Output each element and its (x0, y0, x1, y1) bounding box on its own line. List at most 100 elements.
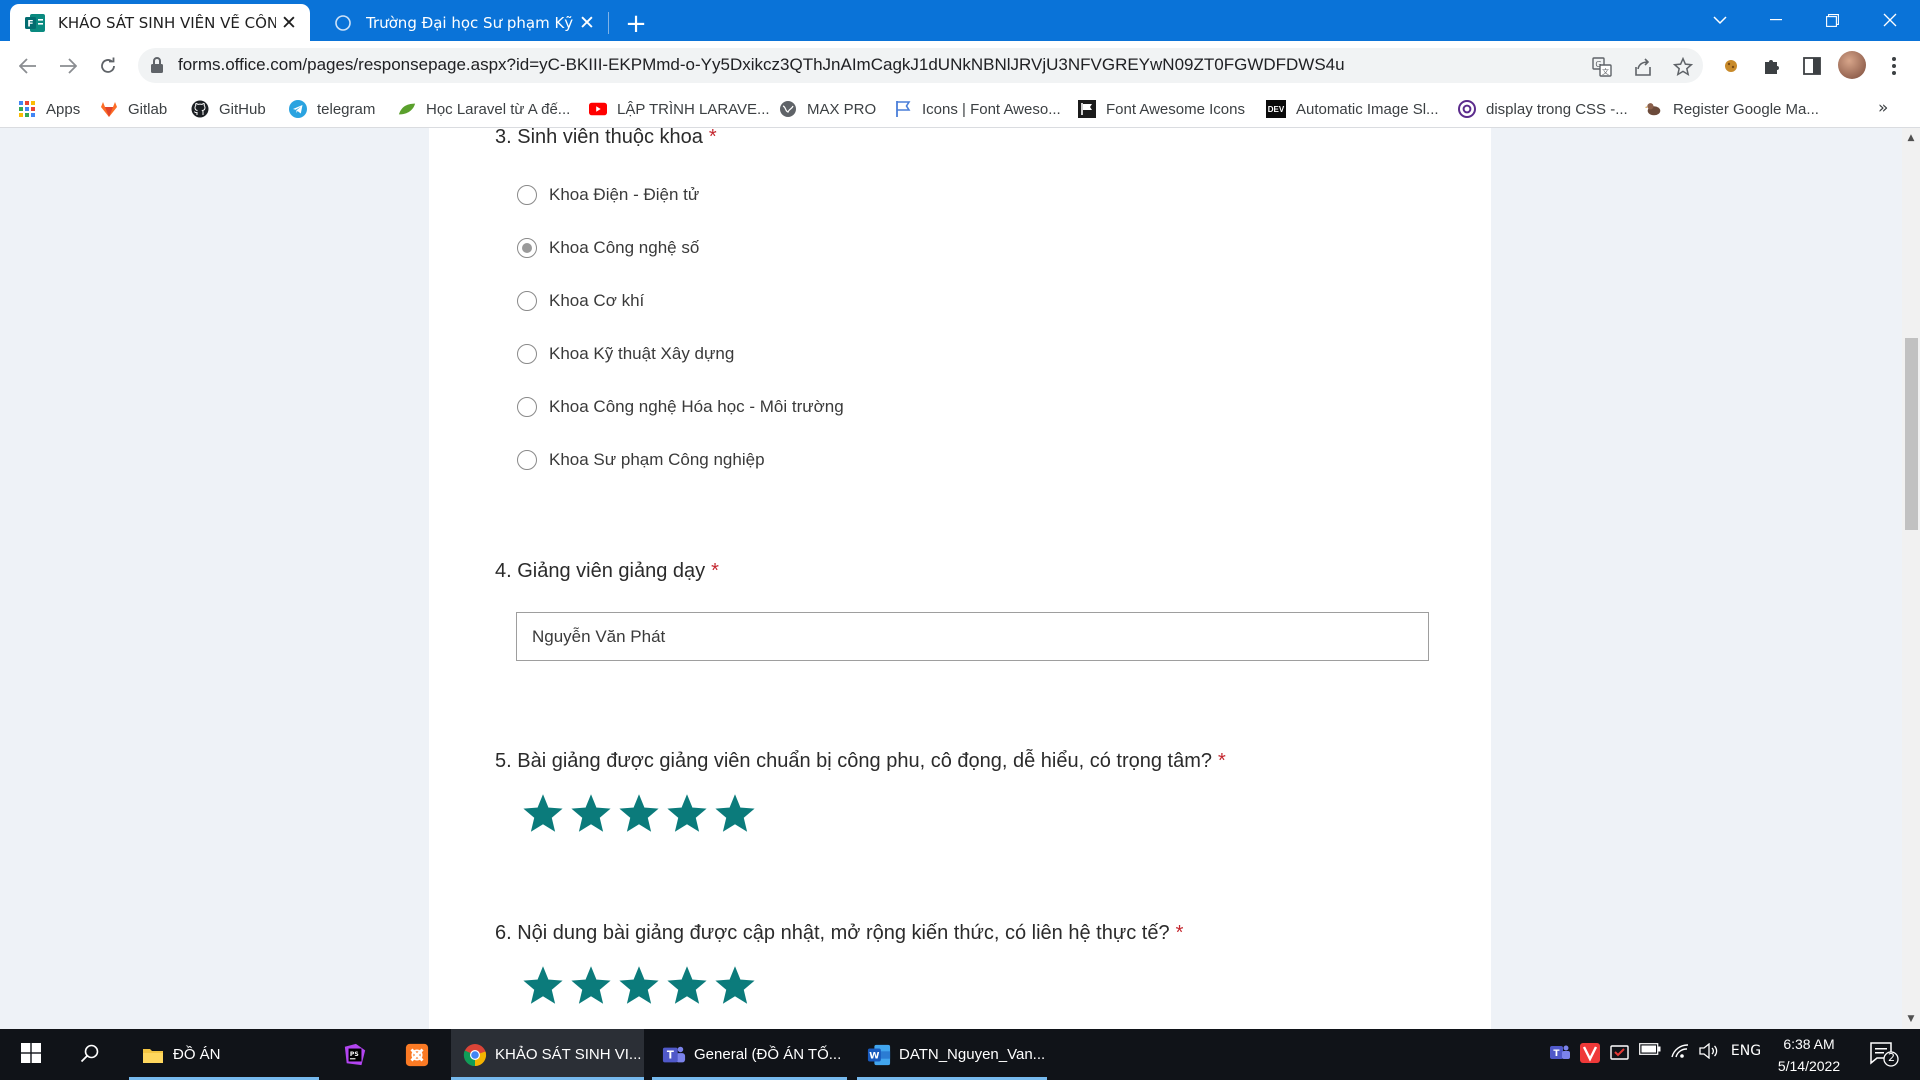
scroll-up-arrow-icon[interactable]: ▲ (1902, 130, 1920, 146)
tray-vivaldi-icon[interactable] (1578, 1043, 1602, 1063)
word-icon: W (867, 1043, 891, 1067)
battery-icon[interactable] (1638, 1043, 1662, 1055)
rating-star-icon[interactable] (711, 964, 759, 1008)
close-window-icon[interactable] (1862, 0, 1918, 40)
lecturer-name-input[interactable]: Nguyễn Văn Phát (516, 612, 1429, 661)
tab-search-icon[interactable] (1692, 0, 1748, 40)
option-co-khi[interactable]: Khoa Cơ khí (517, 288, 644, 314)
option-ky-thuat-xay-dung[interactable]: Khoa Kỹ thuật Xây dựng (517, 341, 734, 367)
tab-forms-survey[interactable]: F KHẢO SÁT SINH VIÊN VỀ CÔNG ✕ (10, 4, 310, 41)
required-marker: * (711, 560, 719, 582)
back-arrow-icon[interactable] (12, 50, 44, 82)
xampp-icon (405, 1043, 429, 1067)
flag-icon (894, 100, 912, 118)
youtube-icon (589, 100, 607, 118)
radio-button[interactable] (517, 185, 537, 205)
scrollbar-thumb[interactable] (1905, 338, 1918, 530)
minimize-icon[interactable] (1748, 0, 1804, 40)
at-icon (1458, 100, 1476, 118)
option-su-pham-cong-nghiep[interactable]: Khoa Sư phạm Công nghiệp (517, 447, 765, 473)
bookmark-telegram[interactable]: telegram (289, 96, 375, 122)
cookie-extension-icon[interactable] (1717, 52, 1745, 80)
windows-logo-icon (21, 1042, 41, 1067)
url-text[interactable]: forms.office.com/pages/responsepage.aspx… (178, 55, 1345, 75)
notifications-icon[interactable]: 2 (1864, 1041, 1904, 1067)
tray-teams-icon[interactable]: T (1548, 1043, 1572, 1063)
rating-star-icon[interactable] (567, 964, 615, 1008)
wifi-icon[interactable] (1668, 1043, 1692, 1059)
scroll-down-arrow-icon[interactable]: ▼ (1902, 1011, 1920, 1027)
globe-icon (779, 100, 797, 118)
teams-icon: T (662, 1043, 686, 1067)
taskbar-chrome-survey[interactable]: KHẢO SÁT SINH VI... (451, 1029, 644, 1080)
font-awesome-icon (1078, 100, 1096, 118)
taskbar-phpstorm[interactable]: PS (333, 1029, 377, 1080)
forward-arrow-icon[interactable] (52, 50, 84, 82)
chrome-icon (463, 1043, 487, 1067)
input-language-indicator[interactable]: ENG (1728, 1043, 1764, 1059)
system-clock[interactable]: 6:38 AM 5/14/2022 (1764, 1033, 1854, 1077)
radio-button[interactable] (517, 344, 537, 364)
bookmarks-overflow-button[interactable]: » (1878, 98, 1888, 118)
taskbar-teams-general[interactable]: T General (ĐỒ ÁN TỐ... (652, 1029, 847, 1080)
share-icon[interactable] (1632, 56, 1654, 78)
bookmark-laravel-youtube[interactable]: LẬP TRÌNH LARAVE... (589, 96, 770, 122)
svg-text:F: F (27, 19, 33, 29)
close-tab-icon[interactable]: ✕ (276, 10, 302, 36)
bookmark-laravel-course[interactable]: Học Laravel từ A đế... (398, 96, 570, 122)
radio-button-selected[interactable] (517, 238, 537, 258)
profile-avatar[interactable] (1838, 51, 1866, 79)
bookmark-register-google-maps[interactable]: Register Google Ma... (1645, 96, 1819, 122)
option-dien-dien-tu[interactable]: Khoa Điện - Điện tử (517, 182, 699, 208)
rating-star-icon[interactable] (711, 792, 759, 836)
search-button[interactable] (68, 1029, 112, 1080)
side-panel-icon[interactable] (1798, 52, 1826, 80)
question-6-title: 6. Nội dung bài giảng được cập nhật, mở … (495, 922, 1184, 944)
radio-button[interactable] (517, 450, 537, 470)
rating-star-icon[interactable] (663, 964, 711, 1008)
reload-icon[interactable] (92, 50, 124, 82)
extensions-puzzle-icon[interactable] (1758, 52, 1786, 80)
radio-button[interactable] (517, 291, 537, 311)
bookmark-display-css[interactable]: display trong CSS -... (1458, 96, 1628, 122)
start-button[interactable] (10, 1029, 52, 1080)
bookmark-star-icon[interactable] (1672, 56, 1694, 78)
clock-date: 5/14/2022 (1777, 1058, 1841, 1074)
bookmarks-bar: Apps Gitlab GitHub telegram Học Laravel … (0, 90, 1920, 128)
svg-text:T: T (1553, 1049, 1560, 1059)
address-bar[interactable]: forms.office.com/pages/responsepage.aspx… (138, 48, 1703, 83)
bookmark-max-pro[interactable]: MAX PRO (779, 96, 876, 122)
taskbar-explorer-do-an[interactable]: ĐỒ ÁN (129, 1029, 319, 1080)
menu-kebab-icon[interactable] (1880, 52, 1908, 80)
translate-icon[interactable]: G文 (1591, 56, 1613, 78)
lock-icon[interactable] (150, 56, 166, 74)
leaf-icon (398, 100, 416, 118)
rating-star-icon[interactable] (519, 964, 567, 1008)
bookmark-automatic-image-slider[interactable]: DEV Automatic Image Sl... (1266, 96, 1439, 122)
bookmark-github[interactable]: GitHub (191, 96, 266, 122)
bookmark-gitlab[interactable]: Gitlab (100, 96, 167, 122)
rating-star-icon[interactable] (567, 792, 615, 836)
taskbar-word-datn[interactable]: W DATN_Nguyen_Van... (857, 1029, 1047, 1080)
volume-icon[interactable] (1697, 1043, 1721, 1059)
required-marker: * (1175, 922, 1184, 944)
radio-button[interactable] (517, 397, 537, 417)
bookmark-icons-font-awesome[interactable]: Icons | Font Aweso... (894, 96, 1061, 122)
tab-university[interactable]: Trường Đại học Sư phạm Kỹ thuậ ✕ (318, 4, 608, 41)
rating-star-icon[interactable] (663, 792, 711, 836)
tab-title: KHẢO SÁT SINH VIÊN VỀ CÔNG (58, 13, 276, 32)
rating-star-icon[interactable] (615, 964, 663, 1008)
bookmark-apps[interactable]: Apps (18, 96, 80, 122)
option-cong-nghe-hoa-hoc[interactable]: Khoa Công nghệ Hóa học - Môi trường (517, 394, 844, 420)
telegram-icon (289, 100, 307, 118)
rating-star-icon[interactable] (519, 792, 567, 836)
rating-star-icon[interactable] (615, 792, 663, 836)
page-scrollbar[interactable]: ▲ ▼ (1902, 128, 1920, 1029)
new-tab-button[interactable]: + (620, 8, 652, 40)
restore-icon[interactable] (1804, 0, 1860, 40)
taskbar-xampp[interactable] (395, 1029, 439, 1080)
option-cong-nghe-so[interactable]: Khoa Công nghệ số (517, 235, 699, 261)
bookmark-font-awesome-icons[interactable]: Font Awesome Icons (1078, 96, 1245, 122)
tray-security-icon[interactable] (1608, 1043, 1632, 1063)
close-tab-icon[interactable]: ✕ (574, 10, 600, 36)
